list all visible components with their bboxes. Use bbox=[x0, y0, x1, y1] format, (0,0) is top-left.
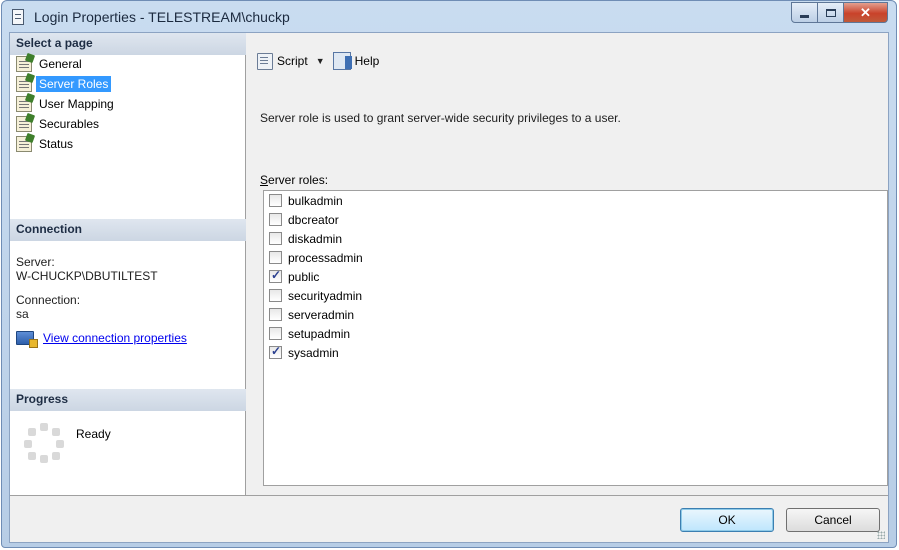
role-label: serveradmin bbox=[288, 307, 355, 322]
server-value: W-CHUCKP\DBUTILTEST bbox=[16, 269, 158, 283]
view-connection-properties-text[interactable]: View connection properties bbox=[43, 331, 187, 345]
page-list: General Server Roles User Mapping Secura… bbox=[16, 54, 117, 154]
server-roles-list[interactable]: bulkadmin dbcreator diskadmin processadm… bbox=[263, 190, 888, 486]
properties-page-icon bbox=[16, 96, 32, 112]
help-button[interactable]: Help bbox=[355, 54, 380, 68]
role-checkbox[interactable] bbox=[269, 344, 282, 359]
description-text: Server role is used to grant server-wide… bbox=[260, 111, 621, 125]
role-checkbox[interactable] bbox=[269, 327, 282, 340]
maximize-button[interactable] bbox=[818, 2, 844, 23]
server-label: Server: bbox=[16, 255, 55, 269]
select-page-header: Select a page bbox=[10, 33, 246, 55]
connection-value: sa bbox=[16, 307, 29, 321]
page-item-label: Server Roles bbox=[36, 76, 112, 92]
role-row-diskadmin[interactable]: diskadmin bbox=[264, 229, 887, 248]
button-bar: OK Cancel bbox=[10, 495, 888, 542]
help-icon[interactable] bbox=[332, 52, 352, 70]
left-panel: Select a page General Server Roles User … bbox=[10, 33, 246, 495]
server-roles-accesskey: S bbox=[260, 173, 269, 187]
role-row-dbcreator[interactable]: dbcreator bbox=[264, 210, 887, 229]
minimize-icon bbox=[800, 14, 809, 18]
role-row-setupadmin[interactable]: setupadmin bbox=[264, 324, 887, 343]
app-window-icon bbox=[12, 9, 24, 25]
role-row-serveradmin[interactable]: serveradmin bbox=[264, 305, 887, 324]
role-label: public bbox=[288, 269, 320, 284]
script-button[interactable]: Script bbox=[277, 54, 308, 68]
cancel-button[interactable]: Cancel bbox=[786, 508, 880, 532]
page-item-status[interactable]: Status bbox=[16, 134, 117, 154]
page-item-general[interactable]: General bbox=[16, 54, 117, 74]
server-roles-label-rest: erver roles: bbox=[268, 173, 329, 187]
role-label: diskadmin bbox=[288, 231, 343, 246]
login-properties-window: Login Properties - TELESTREAM\chuckp ✕ S… bbox=[1, 0, 897, 548]
connection-label: Connection: bbox=[16, 293, 81, 307]
role-label: setupadmin bbox=[288, 326, 351, 341]
properties-page-icon bbox=[16, 76, 32, 92]
progress-header: Progress bbox=[10, 389, 246, 411]
minimize-button[interactable] bbox=[791, 2, 818, 23]
page-item-label: Securables bbox=[39, 117, 100, 131]
role-label: dbcreator bbox=[288, 212, 339, 227]
role-label: processadmin bbox=[288, 250, 363, 265]
role-checkbox[interactable] bbox=[269, 251, 282, 264]
role-checkbox[interactable] bbox=[269, 289, 282, 302]
window-title: Login Properties - TELESTREAM\chuckp bbox=[34, 9, 290, 25]
page-item-server-roles[interactable]: Server Roles bbox=[16, 74, 117, 94]
connection-info: Server: W-CHUCKP\DBUTILTEST Connection: … bbox=[16, 255, 187, 348]
role-checkbox[interactable] bbox=[269, 213, 282, 226]
properties-page-icon bbox=[16, 116, 32, 132]
role-label: securityadmin bbox=[288, 288, 363, 303]
title-bar[interactable]: Login Properties - TELESTREAM\chuckp ✕ bbox=[2, 1, 896, 33]
role-row-securityadmin[interactable]: securityadmin bbox=[264, 286, 887, 305]
close-button[interactable]: ✕ bbox=[844, 2, 888, 23]
role-label: bulkadmin bbox=[288, 193, 343, 208]
toolbar: Script ▼ Help bbox=[255, 52, 379, 70]
role-row-public[interactable]: public bbox=[264, 267, 887, 286]
caption-buttons: ✕ bbox=[791, 2, 888, 23]
page-item-label: User Mapping bbox=[39, 97, 114, 111]
server-roles-label: Server roles: bbox=[260, 173, 328, 187]
spinner-icon bbox=[24, 423, 64, 463]
role-row-sysadmin[interactable]: sysadmin bbox=[264, 343, 887, 362]
page-item-label: General bbox=[39, 57, 82, 71]
connection-properties-icon bbox=[16, 331, 38, 348]
progress-info: Ready bbox=[24, 423, 111, 463]
close-icon: ✕ bbox=[860, 4, 871, 20]
page-item-label: Status bbox=[39, 137, 74, 151]
role-checkbox[interactable] bbox=[269, 194, 282, 207]
dialog-client-area: Select a page General Server Roles User … bbox=[9, 32, 889, 543]
role-checkbox[interactable] bbox=[269, 268, 282, 283]
properties-page-icon bbox=[16, 56, 32, 72]
script-icon[interactable] bbox=[255, 52, 275, 70]
role-checkbox[interactable] bbox=[269, 232, 282, 245]
role-row-processadmin[interactable]: processadmin bbox=[264, 248, 887, 267]
ok-button[interactable]: OK bbox=[680, 508, 774, 532]
connection-header: Connection bbox=[10, 219, 246, 241]
page-item-user-mapping[interactable]: User Mapping bbox=[16, 94, 117, 114]
role-row-bulkadmin[interactable]: bulkadmin bbox=[264, 191, 887, 210]
script-dropdown-icon[interactable]: ▼ bbox=[316, 56, 325, 66]
progress-status: Ready bbox=[76, 427, 111, 441]
properties-page-icon bbox=[16, 136, 32, 152]
role-label: sysadmin bbox=[288, 345, 339, 360]
view-connection-properties-link[interactable]: View connection properties bbox=[16, 331, 187, 348]
resize-grip-icon[interactable] bbox=[877, 531, 885, 539]
maximize-icon bbox=[825, 8, 836, 17]
role-checkbox[interactable] bbox=[269, 308, 282, 321]
page-item-securables[interactable]: Securables bbox=[16, 114, 117, 134]
